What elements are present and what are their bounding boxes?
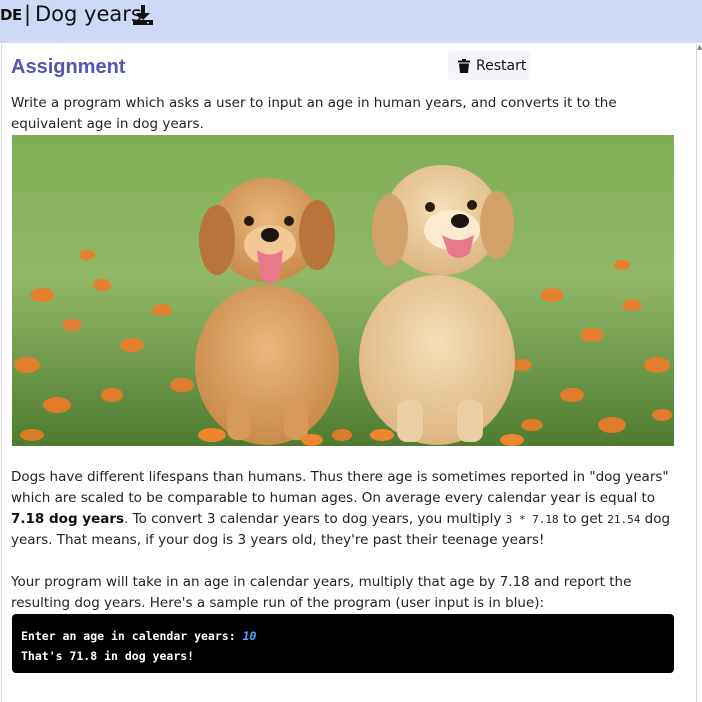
explanation-text-2: . To convert 3 calendar years to dog yea…	[124, 511, 506, 527]
dog-years-ratio: 7.18 dog years	[11, 511, 125, 527]
terminal-prompt: Enter an age in calendar years:	[21, 629, 243, 643]
top-bar: DE | Dog years	[0, 0, 702, 43]
assignment-heading: Assignment	[11, 56, 126, 78]
puppies-photo-icon	[12, 135, 674, 446]
terminal-user-input: 10	[242, 629, 257, 643]
explanation-text-3: to get	[558, 511, 608, 527]
puppies-image	[12, 135, 674, 446]
scroll-up-arrow[interactable]: ▲	[697, 44, 702, 51]
code-result: 21.54	[607, 513, 641, 526]
trash-icon	[458, 58, 470, 73]
restart-label: Restart	[476, 57, 527, 74]
code-multiply: 3 * 7.18	[505, 513, 559, 526]
restart-button[interactable]: Restart	[448, 51, 530, 80]
intro-text: Write a program which asks a user to inp…	[11, 95, 617, 132]
page-title: Dog years	[35, 2, 142, 26]
explanation-paragraph: Dogs have different lifespans than human…	[11, 467, 675, 551]
instructions-paragraph: Your program will take in an age in cale…	[11, 574, 632, 611]
app-prefix: DE	[0, 6, 22, 24]
sample-run-terminal: Enter an age in calendar years: 10 That'…	[12, 614, 674, 673]
title-separator: |	[24, 2, 32, 26]
terminal-line-2: That's 71.8 in dog years!	[21, 649, 195, 663]
terminal-line-1: Enter an age in calendar years: 10	[21, 626, 665, 646]
download-icon[interactable]	[132, 4, 154, 26]
explanation-text-1: Dogs have different lifespans than human…	[11, 469, 669, 506]
